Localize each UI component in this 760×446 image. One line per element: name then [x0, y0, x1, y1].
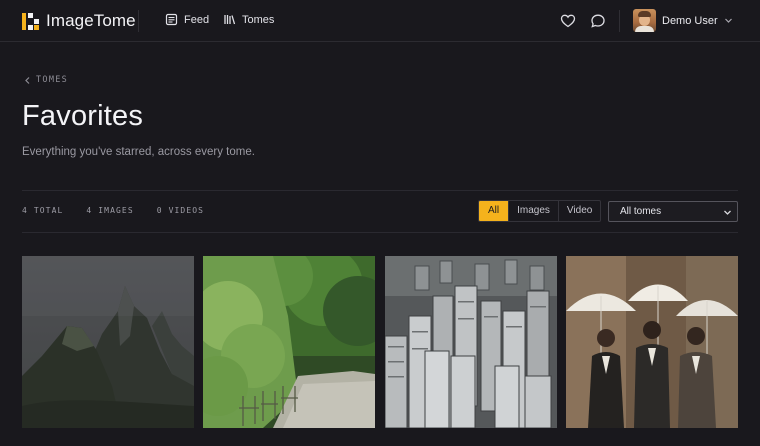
- page-title: Favorites: [22, 100, 144, 132]
- media-card[interactable]: [203, 256, 375, 428]
- app-name: ImageTome: [46, 11, 136, 30]
- page-subtitle: Everything you've starred, across every …: [22, 146, 255, 158]
- stat-total: 4 TOTAL: [22, 206, 64, 215]
- imagetome-logo-icon: [22, 12, 39, 30]
- top-bar: ImageTome Feed Tomes Demo User: [0, 0, 760, 42]
- media-card[interactable]: [566, 256, 738, 428]
- filter-video-button[interactable]: Video: [557, 201, 600, 221]
- media-card[interactable]: [385, 256, 557, 428]
- media-filter: All Images Video: [478, 200, 602, 222]
- nav-feed[interactable]: Feed: [165, 13, 209, 26]
- park-photo: [203, 256, 375, 428]
- mountain-photo: [22, 256, 194, 428]
- newspaper-icon: [165, 13, 178, 26]
- umbrella-portrait-photo: [566, 256, 738, 428]
- user-divider: [619, 10, 620, 32]
- chevron-down-icon: [724, 210, 731, 215]
- nav-divider: [138, 10, 139, 32]
- user-menu[interactable]: Demo User: [633, 9, 733, 32]
- stats-bar: 4 TOTAL 4 IMAGES 0 VIDEOS: [22, 206, 227, 215]
- nav-tomes-label: Tomes: [242, 13, 275, 26]
- tome-select[interactable]: All tomes: [608, 201, 738, 222]
- avatar: [633, 9, 656, 32]
- breadcrumb-label: TOMES: [36, 75, 69, 85]
- nav-feed-label: Feed: [184, 13, 210, 26]
- user-name: Demo User: [662, 14, 718, 27]
- stat-videos: 0 VIDEOS: [156, 206, 205, 215]
- favorites-grid: [22, 256, 738, 446]
- divider: [22, 232, 738, 233]
- chat-bubble-icon[interactable]: [590, 13, 606, 29]
- breadcrumb[interactable]: TOMES: [24, 75, 68, 85]
- books-icon: [224, 15, 236, 25]
- stat-images: 4 IMAGES: [86, 206, 134, 215]
- brand[interactable]: ImageTome: [22, 11, 136, 31]
- city-aerial-photo: [385, 256, 557, 428]
- chevron-left-icon: [25, 76, 30, 84]
- filter-images-button[interactable]: Images: [508, 201, 558, 221]
- tome-select-value: All tomes: [620, 206, 662, 217]
- chevron-down-icon: [724, 18, 732, 23]
- divider: [22, 190, 738, 191]
- filter-all-button[interactable]: All: [479, 201, 509, 221]
- media-card[interactable]: [22, 256, 194, 428]
- heart-icon[interactable]: [560, 13, 576, 29]
- nav-tomes[interactable]: Tomes: [223, 13, 274, 26]
